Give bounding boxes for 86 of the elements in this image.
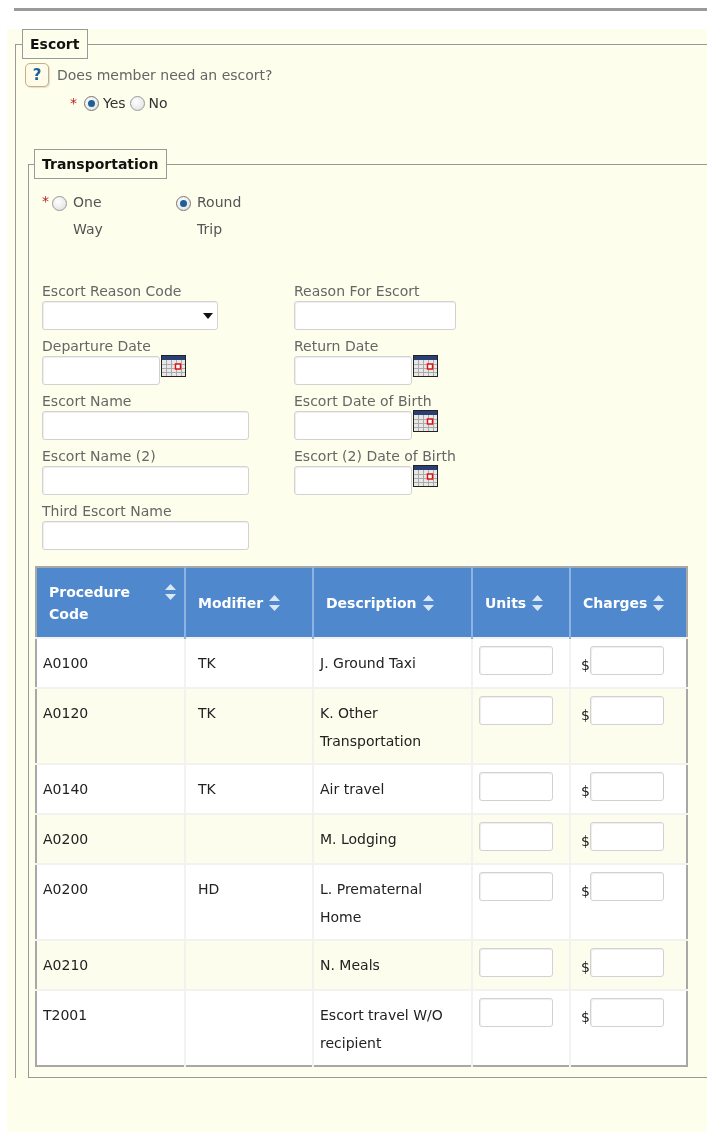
field-label: Third Escort Name xyxy=(42,502,173,521)
currency-sign: $ xyxy=(581,832,590,851)
column-header[interactable]: Units xyxy=(472,567,570,638)
question-text: Does member need an escort? xyxy=(57,67,273,83)
sort-icon xyxy=(532,594,544,611)
charges-field[interactable] xyxy=(589,872,664,901)
table-cell: T2001 xyxy=(43,1007,88,1023)
table-cell: A0200 xyxy=(43,881,89,897)
table-cell: A0140 xyxy=(43,781,89,797)
dropdown-field[interactable] xyxy=(42,301,218,330)
table-cell: N. Meals xyxy=(320,957,380,973)
field-label: Reason For Escort xyxy=(294,282,421,301)
units-field[interactable] xyxy=(479,822,553,851)
column-header[interactable]: Description xyxy=(313,567,472,638)
table-cell: TK xyxy=(198,781,216,797)
table-cell: A0200 xyxy=(43,831,89,847)
sort-icon xyxy=(165,583,176,600)
table-cell: L. Prematernal Home xyxy=(320,881,423,925)
charges-field[interactable] xyxy=(589,772,664,801)
units-field[interactable] xyxy=(479,696,553,725)
required-mark: * xyxy=(42,193,49,209)
date-field[interactable] xyxy=(294,411,412,440)
table-cell: Escort travel W/O recipient xyxy=(320,1007,443,1051)
table-cell: M. Lodging xyxy=(320,831,397,847)
radio-label: Round Trip xyxy=(197,193,243,239)
radio-label: No xyxy=(148,95,168,111)
field-label: Departure Date xyxy=(42,337,152,356)
field-label: Escort Name xyxy=(42,392,133,411)
section-title: Transportation xyxy=(34,149,168,179)
field-label: Escort Name (2) xyxy=(42,447,157,466)
calendar-icon[interactable] xyxy=(413,410,438,432)
units-field[interactable] xyxy=(479,948,553,977)
table-cell: A0120 xyxy=(43,705,89,721)
units-field[interactable] xyxy=(479,646,553,675)
calendar-icon[interactable] xyxy=(413,355,438,377)
charges-field[interactable] xyxy=(589,696,664,725)
sort-icon xyxy=(269,594,281,611)
currency-sign: $ xyxy=(581,782,590,801)
input-field[interactable] xyxy=(42,466,249,495)
input-field[interactable] xyxy=(42,411,249,440)
table-cell: A0210 xyxy=(43,957,89,973)
input-field[interactable] xyxy=(42,521,249,550)
calendar-icon[interactable] xyxy=(161,355,186,377)
currency-sign: $ xyxy=(581,656,590,675)
help-icon[interactable]: ? xyxy=(25,63,49,87)
radio-button[interactable] xyxy=(129,95,145,111)
table-cell: HD xyxy=(198,881,220,897)
date-field[interactable] xyxy=(42,356,160,385)
column-header[interactable]: Charges xyxy=(570,567,687,638)
calendar-icon[interactable] xyxy=(413,465,438,487)
charges-field[interactable] xyxy=(589,998,664,1027)
sort-icon xyxy=(422,594,434,611)
radio-button[interactable] xyxy=(176,196,191,211)
section-title: Escort xyxy=(22,29,89,59)
currency-sign: $ xyxy=(581,706,590,725)
field-label: Escort (2) Date of Birth xyxy=(294,447,457,466)
units-field[interactable] xyxy=(479,872,553,901)
sort-icon xyxy=(653,594,665,611)
currency-sign: $ xyxy=(581,958,590,977)
table-cell: A0100 xyxy=(43,655,89,671)
caret-icon xyxy=(203,312,213,319)
units-field[interactable] xyxy=(479,998,553,1027)
table-cell: K. Other Transportation xyxy=(320,705,422,749)
radio-button[interactable] xyxy=(52,196,67,211)
table-cell: TK xyxy=(198,655,216,671)
currency-sign: $ xyxy=(581,882,590,901)
radio-label: One Way xyxy=(73,193,104,239)
units-field[interactable] xyxy=(479,772,553,801)
radio-button[interactable] xyxy=(84,95,99,111)
currency-sign: $ xyxy=(581,1008,590,1027)
table-cell: TK xyxy=(198,705,216,721)
table-cell: J. Ground Taxi xyxy=(320,655,416,671)
date-field[interactable] xyxy=(294,356,412,385)
required-mark: * xyxy=(70,95,77,111)
field-label: Escort Date of Birth xyxy=(294,392,433,411)
input-field[interactable] xyxy=(294,301,456,330)
field-label: Escort Reason Code xyxy=(42,282,183,301)
table-cell: Air travel xyxy=(320,781,385,797)
column-header[interactable]: Modifier xyxy=(185,567,313,638)
charges-field[interactable] xyxy=(589,646,664,675)
field-label: Return Date xyxy=(294,337,380,356)
charges-field[interactable] xyxy=(589,948,664,977)
charges-field[interactable] xyxy=(589,822,664,851)
column-header[interactable]: Procedure Code xyxy=(36,567,185,638)
radio-label: Yes xyxy=(103,95,126,111)
date-field[interactable] xyxy=(294,466,412,495)
